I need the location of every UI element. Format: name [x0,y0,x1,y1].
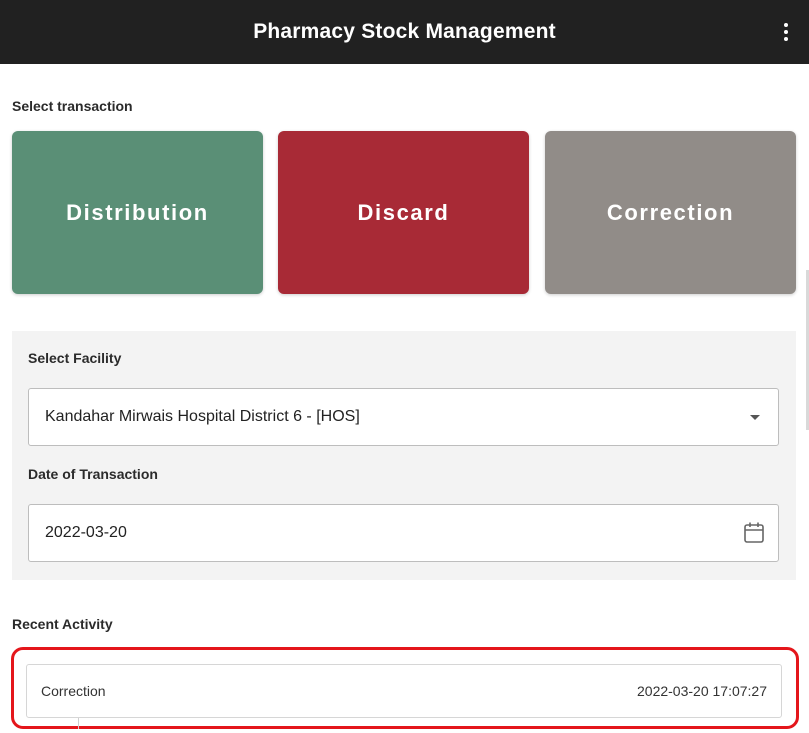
chevron-down-icon [750,415,760,420]
app-bar: Pharmacy Stock Management [0,0,809,64]
facility-select-value: Kandahar Mirwais Hospital District 6 - [… [45,408,360,425]
activity-type: Correction [41,683,106,699]
date-of-transaction-label: Date of Transaction [28,466,158,482]
discard-button[interactable]: Discard [278,131,529,294]
correction-button[interactable]: Correction [545,131,796,294]
app-title: Pharmacy Stock Management [253,20,556,43]
select-transaction-label: Select transaction [12,98,133,114]
menu-dot [784,37,788,41]
app-root: Pharmacy Stock Management Select transac… [0,0,809,733]
facility-select[interactable]: Kandahar Mirwais Hospital District 6 - [… [28,388,779,446]
menu-dot [784,30,788,34]
activity-list-item[interactable]: Correction 2022-03-20 17:07:27 [26,664,782,718]
date-field-value: 2022-03-20 [45,524,127,541]
select-facility-label: Select Facility [28,350,122,366]
activity-timestamp: 2022-03-20 17:07:27 [637,683,767,699]
activity-connector [78,718,79,729]
date-field[interactable]: 2022-03-20 [28,504,779,562]
more-vertical-icon[interactable] [781,20,791,44]
calendar-icon[interactable] [744,522,764,543]
transaction-form-panel: Select Facility Kandahar Mirwais Hospita… [12,331,796,580]
menu-dot [784,23,788,27]
recent-activity-label: Recent Activity [12,616,113,632]
distribution-button[interactable]: Distribution [12,131,263,294]
